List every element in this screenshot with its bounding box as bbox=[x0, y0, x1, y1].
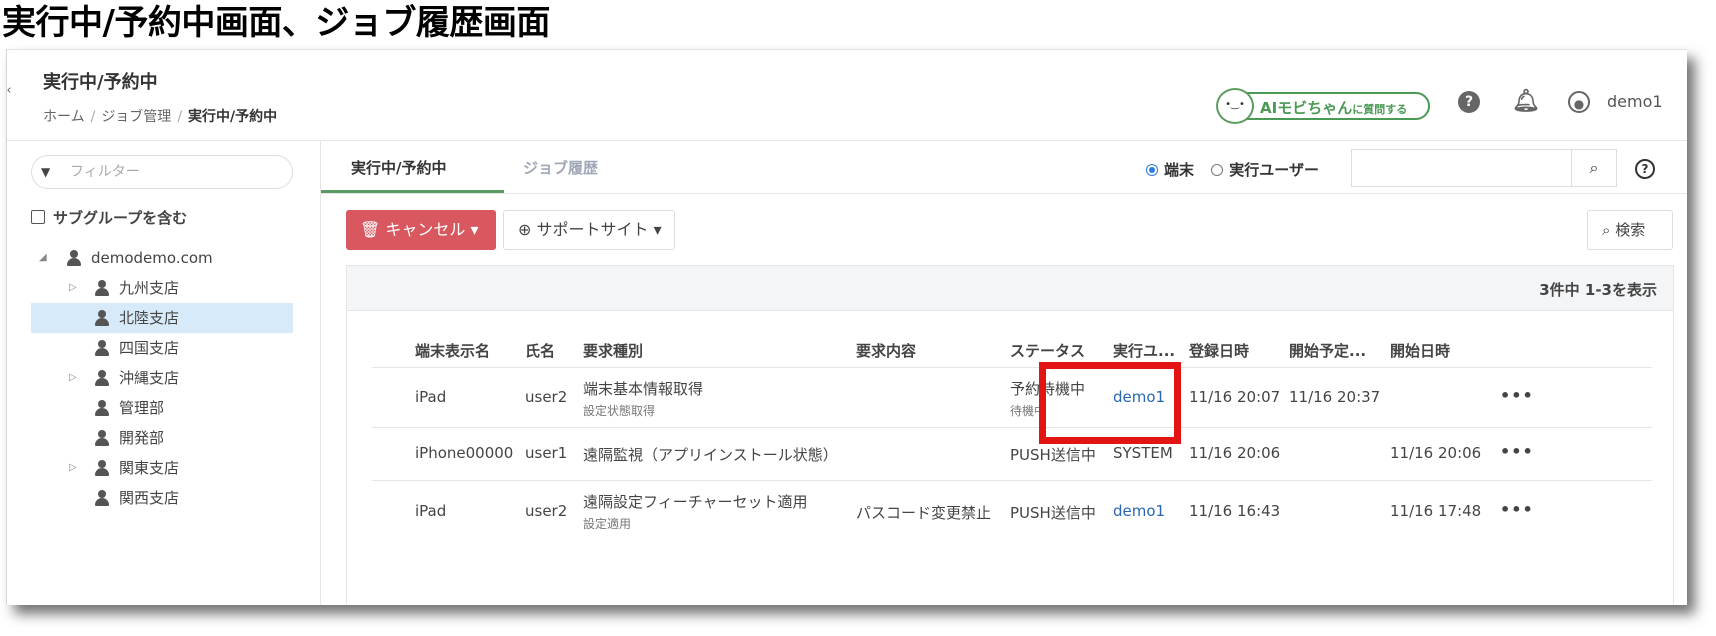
job-table-panel: 3件中 1-3を表示 端末表示名 氏名 要求種別 要求内容 ステータス 実行ユ.… bbox=[346, 265, 1674, 605]
document-title: 実行中/予約中画面、ジョブ履歴画面 bbox=[2, 3, 550, 43]
tree-node-kaihatsubu[interactable]: 開発部 bbox=[7, 423, 320, 453]
person-icon bbox=[95, 340, 109, 356]
group-sidebar: フィルター ▼ サブグループを含む ◢ demodemo.com ▷ 九州支店 … bbox=[7, 141, 321, 605]
tree-node-hokuriku[interactable]: 北陸支店 bbox=[31, 303, 293, 333]
more-icon[interactable]: ••• bbox=[1500, 386, 1534, 405]
radio-device[interactable]: 端末 bbox=[1146, 161, 1194, 179]
radio-exec-user[interactable]: 実行ユーザー bbox=[1211, 161, 1319, 179]
collapsed-caret-icon[interactable]: ▷ bbox=[69, 273, 77, 303]
ai-button-label: AIモビちゃんに質問する bbox=[1260, 99, 1408, 117]
user-circle-icon[interactable]: ● bbox=[1568, 91, 1590, 113]
col-header-request-type[interactable]: 要求種別 bbox=[583, 340, 643, 361]
tree-node-kansai[interactable]: 関西支店 bbox=[7, 483, 320, 513]
cancel-button[interactable]: 🗑︎ キャンセル ▾ bbox=[346, 210, 496, 250]
tree-node-kanribu[interactable]: 管理部 bbox=[7, 393, 320, 423]
person-icon bbox=[95, 400, 109, 416]
active-tab-indicator bbox=[321, 190, 504, 193]
search-icon: ⌕ bbox=[1602, 221, 1611, 239]
tab-running-scheduled[interactable]: 実行中/予約中 bbox=[351, 157, 446, 178]
ai-mascot-icon: •‿• bbox=[1216, 88, 1254, 124]
tab-job-history[interactable]: ジョブ履歴 bbox=[523, 157, 598, 178]
app-window: ‹ 実行中/予約中 ホーム / ジョブ管理 / 実行中/予約中 •‿• AIモビちゃんに… bbox=[6, 49, 1687, 605]
col-header-registered[interactable]: 登録日時 bbox=[1189, 340, 1249, 361]
table-row[interactable]: iPhone00000 user1 遠隔監視（アプリインストール状態） PUSH… bbox=[372, 427, 1652, 481]
trash-icon: 🗑︎ bbox=[360, 220, 381, 239]
tab-bar: 実行中/予約中 ジョブ履歴 端末 実行ユーザー ⌕ ? bbox=[321, 141, 1687, 194]
tree-node-shikoku[interactable]: 四国支店 bbox=[7, 333, 320, 363]
col-header-scheduled[interactable]: 開始予定... bbox=[1289, 340, 1366, 361]
col-header-name[interactable]: 氏名 bbox=[525, 340, 555, 361]
filter-input[interactable]: フィルター bbox=[31, 155, 293, 189]
tree-node-okinawa[interactable]: ▷ 沖縄支店 bbox=[7, 363, 320, 393]
tree-node-kyushu[interactable]: ▷ 九州支店 bbox=[7, 273, 320, 303]
breadcrumb-home[interactable]: ホーム bbox=[43, 109, 85, 125]
result-count: 3件中 1-3を表示 bbox=[1539, 281, 1657, 299]
include-subgroup-checkbox[interactable]: サブグループを含む bbox=[31, 207, 187, 228]
question-icon[interactable]: ? bbox=[1635, 159, 1655, 179]
person-icon bbox=[67, 250, 81, 266]
expanded-caret-icon[interactable]: ◢ bbox=[39, 243, 47, 273]
support-site-button[interactable]: ⊕ サポートサイト ▾ bbox=[503, 210, 675, 250]
col-header-exec-user[interactable]: 実行ユ... bbox=[1113, 340, 1175, 361]
main-content: 実行中/予約中 ジョブ履歴 端末 実行ユーザー ⌕ ? 🗑︎ キャンセル ▾ ⊕… bbox=[321, 141, 1687, 605]
person-icon bbox=[95, 460, 109, 476]
panel-header: 3件中 1-3を表示 bbox=[347, 266, 1673, 311]
search-scope-radios: 端末 実行ユーザー bbox=[1146, 159, 1319, 180]
collapsed-caret-icon[interactable]: ▷ bbox=[69, 453, 77, 483]
page-header: 実行中/予約中 ホーム / ジョブ管理 / 実行中/予約中 •‿• AIモビちゃんに質問… bbox=[7, 50, 1687, 141]
bell-icon[interactable]: 🔔︎ bbox=[1512, 91, 1540, 113]
col-header-started[interactable]: 開始日時 bbox=[1390, 340, 1450, 361]
help-icon[interactable]: ? bbox=[1458, 91, 1480, 113]
person-icon bbox=[95, 430, 109, 446]
person-icon bbox=[95, 370, 109, 386]
group-tree: ◢ demodemo.com ▷ 九州支店 北陸支店 四国支店 ▷ 沖縄支店 管… bbox=[7, 243, 320, 513]
page-title: 実行中/予約中 bbox=[43, 72, 158, 93]
breadcrumb: ホーム / ジョブ管理 / 実行中/予約中 bbox=[43, 109, 278, 125]
col-header-request-content[interactable]: 要求内容 bbox=[856, 340, 916, 361]
breadcrumb-job-management[interactable]: ジョブ管理 bbox=[101, 109, 171, 125]
filter-icon: ▼ bbox=[41, 165, 51, 179]
more-icon[interactable]: ••• bbox=[1500, 500, 1534, 519]
status-highlight-box bbox=[1039, 362, 1181, 444]
collapsed-caret-icon[interactable]: ▷ bbox=[69, 363, 77, 393]
tree-node-root[interactable]: ◢ demodemo.com bbox=[7, 243, 320, 273]
table-row[interactable]: iPad user2 遠隔設定フィーチャーセット適用 設定適用 パスコード変更禁… bbox=[372, 480, 1652, 543]
col-header-device[interactable]: 端末表示名 bbox=[415, 340, 490, 361]
table-row[interactable]: iPad user2 端末基本情報取得 設定状態取得 予約待機中 待機中 dem… bbox=[372, 367, 1652, 428]
person-icon bbox=[95, 280, 109, 296]
search-icon[interactable]: ⌕ bbox=[1571, 149, 1617, 187]
username[interactable]: demo1 bbox=[1607, 92, 1663, 111]
more-icon[interactable]: ••• bbox=[1500, 442, 1534, 461]
search-button[interactable]: ⌕ 検索 bbox=[1587, 210, 1673, 250]
search-input[interactable] bbox=[1351, 149, 1571, 187]
person-icon bbox=[95, 310, 109, 326]
tree-node-kanto[interactable]: ▷ 関東支店 bbox=[7, 453, 320, 483]
col-header-status[interactable]: ステータス bbox=[1010, 340, 1085, 361]
breadcrumb-current: 実行中/予約中 bbox=[188, 109, 278, 125]
ai-assistant-button[interactable]: •‿• AIモビちゃんに質問する bbox=[1216, 88, 1430, 124]
person-icon bbox=[95, 490, 109, 506]
lifebuoy-icon: ⊕ bbox=[518, 220, 532, 239]
